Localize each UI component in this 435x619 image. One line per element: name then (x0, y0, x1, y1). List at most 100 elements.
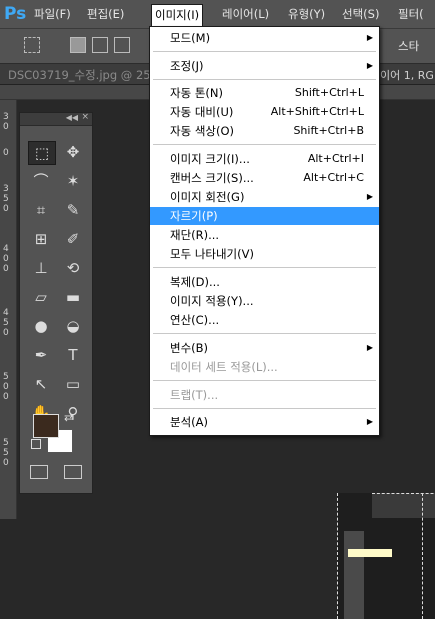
menu-separator (153, 144, 376, 145)
menu-item-24[interactable]: 분석(A) ▶ (150, 413, 379, 431)
screen-mode-icon[interactable] (64, 465, 82, 479)
menubar-item-0[interactable]: 파일(F) (34, 5, 71, 23)
menu-item-shortcut: Alt+Shift+Ctrl+L (270, 105, 364, 118)
image-menu-dropdown: 모드(M) ▶ 조정(J) ▶ 자동 톤(N) Shift+Ctrl+L 자동 대비(U) A… (149, 26, 380, 436)
menu-item-0[interactable]: 모드(M) ▶ (150, 29, 379, 47)
marquee-tool-icon[interactable]: ⬚ (28, 141, 56, 165)
ruler-label: 3 (3, 112, 9, 122)
crop-tool-icon[interactable]: ⌗ (28, 199, 54, 221)
menubar-item-4[interactable]: 유형(Y) (288, 5, 325, 23)
menu-bar: Ps 파일(F) 편집(E) 이미지(I) 레이어(L) 유형(Y) 선택(S) 필터( (0, 0, 435, 29)
menubar-item-1[interactable]: 편집(E) (87, 5, 124, 23)
preview-panel (372, 493, 435, 518)
subtract-selection-icon[interactable] (114, 37, 130, 53)
menu-item-16[interactable]: 이미지 적용(Y)... (150, 292, 379, 310)
menu-item-label: 연산(C)... (170, 313, 220, 327)
tools-panel-header[interactable]: ◀◀ × (20, 112, 92, 126)
menu-item-2[interactable]: 조정(J) ▶ (150, 57, 379, 75)
menu-item-label: 자르기(P) (170, 209, 218, 223)
menu-item-shortcut: Alt+Ctrl+C (303, 171, 364, 184)
move-tool-icon[interactable]: ✥ (60, 141, 86, 163)
foreground-color-swatch[interactable] (33, 414, 59, 438)
close-icon[interactable]: × (81, 112, 89, 122)
menu-item-12[interactable]: 재단(R)... (150, 226, 379, 244)
shape-tool-icon[interactable]: ▭ (60, 373, 86, 395)
menu-separator (153, 380, 376, 381)
quick-mask-icon[interactable] (30, 465, 48, 479)
menu-item-shortcut: Shift+Ctrl+B (293, 124, 364, 137)
menu-item-15[interactable]: 복제(D)... (150, 273, 379, 291)
menu-item-label: 데이터 세트 적용(L)... (170, 360, 278, 374)
menu-item-label: 자동 톤(N) (170, 86, 223, 100)
submenu-arrow-icon: ▶ (366, 417, 373, 426)
selection-marquee (422, 493, 424, 619)
menu-item-label: 이미지 크기(I)... (170, 152, 250, 166)
menu-item-label: 이미지 적용(Y)... (170, 294, 254, 308)
menu-separator (153, 408, 376, 409)
menubar-item-2[interactable]: 이미지(I) (151, 4, 204, 27)
ruler-label: 4 (3, 308, 9, 318)
document-tab-layer-info: 이어 1, RG (380, 69, 434, 82)
menu-item-10[interactable]: 이미지 회전(G) ▶ (150, 188, 379, 206)
menu-separator (153, 333, 376, 334)
menu-item-label: 모두 나타내기(V) (170, 247, 254, 261)
menu-item-9[interactable]: 캔버스 크기(S)... Alt+Ctrl+C (150, 169, 379, 187)
menu-item-label: 자동 대비(U) (170, 105, 234, 119)
menubar-item-6[interactable]: 필터( (398, 5, 424, 23)
type-tool-icon[interactable]: T (60, 344, 86, 366)
ruler-label: 4 (3, 244, 9, 254)
dodge-tool-icon[interactable]: ◒ (60, 315, 86, 337)
history-brush-tool-icon[interactable]: ⟲ (60, 257, 86, 279)
menu-item-19[interactable]: 변수(B) ▶ (150, 339, 379, 357)
menu-item-22: 트랩(T)... (150, 386, 379, 404)
ruler-label: 5 (3, 438, 9, 448)
stamp-tool-icon[interactable]: ⊥ (28, 257, 54, 279)
menu-item-label: 모드(M) (170, 31, 211, 45)
menubar-item-5[interactable]: 선택(S) (342, 5, 379, 23)
submenu-arrow-icon: ▶ (366, 192, 373, 201)
preview-tooltip (348, 549, 392, 557)
menu-separator (153, 79, 376, 80)
ruler-label: 0 (3, 264, 9, 274)
menu-item-6[interactable]: 자동 색상(O) Shift+Ctrl+B (150, 122, 379, 140)
submenu-arrow-icon: ▶ (366, 33, 373, 42)
lasso-tool-icon[interactable]: ⌒ (28, 170, 54, 192)
tools-panel: ◀◀ × ⬚ ✥ ⌒ ✶ ⌗ ✎ ⊞ ✐ ⊥ ⟲ ▱ ▬ ● ◒ ✒ T ↖ ▭ ✋ ⚲ ⇄ (19, 112, 93, 494)
menu-item-4[interactable]: 자동 톤(N) Shift+Ctrl+L (150, 84, 379, 102)
blur-tool-icon[interactable]: ● (28, 315, 54, 337)
menu-item-11[interactable]: 자르기(P) (150, 207, 379, 225)
ruler-label: 0 (3, 148, 9, 158)
add-selection-icon[interactable] (92, 37, 108, 53)
menu-item-17[interactable]: 연산(C)... (150, 311, 379, 329)
menubar-item-3[interactable]: 레이어(L) (222, 5, 269, 23)
menu-item-20: 데이터 세트 적용(L)... (150, 358, 379, 376)
ruler-label: 0 (3, 392, 9, 402)
eraser-tool-icon[interactable]: ▱ (28, 286, 54, 308)
document-tab[interactable]: DSC03719_수정.jpg @ 25 (8, 67, 151, 83)
ruler-label: 5 (3, 372, 9, 382)
pen-tool-icon[interactable]: ✒ (28, 344, 54, 366)
document-preview (337, 493, 435, 619)
swap-colors-icon[interactable]: ⇄ (64, 411, 73, 424)
ruler-label: 0 (3, 254, 9, 264)
eyedropper-tool-icon[interactable]: ✎ (60, 199, 86, 221)
menu-item-13[interactable]: 모두 나타내기(V) (150, 245, 379, 263)
magic-wand-tool-icon[interactable]: ✶ (60, 170, 86, 192)
ruler-label: 0 (3, 458, 9, 468)
menu-item-shortcut: Shift+Ctrl+L (294, 86, 364, 99)
ruler-label: 5 (3, 318, 9, 328)
ruler-label: 3 (3, 184, 9, 194)
menu-item-5[interactable]: 자동 대비(U) Alt+Shift+Ctrl+L (150, 103, 379, 121)
menu-item-8[interactable]: 이미지 크기(I)... Alt+Ctrl+I (150, 150, 379, 168)
collapse-icon[interactable]: ◀◀ (66, 113, 78, 122)
path-selection-tool-icon[interactable]: ↖ (28, 373, 54, 395)
ruler-label: 5 (3, 194, 9, 204)
gradient-tool-icon[interactable]: ▬ (60, 286, 86, 308)
style-label: 스타 (398, 39, 420, 53)
healing-brush-tool-icon[interactable]: ⊞ (28, 228, 54, 250)
brush-tool-icon[interactable]: ✐ (60, 228, 86, 250)
marquee-option-icon[interactable] (24, 37, 40, 53)
default-colors-icon[interactable] (31, 439, 41, 449)
new-selection-icon[interactable] (70, 37, 86, 53)
menu-item-label: 캔버스 크기(S)... (170, 171, 254, 185)
